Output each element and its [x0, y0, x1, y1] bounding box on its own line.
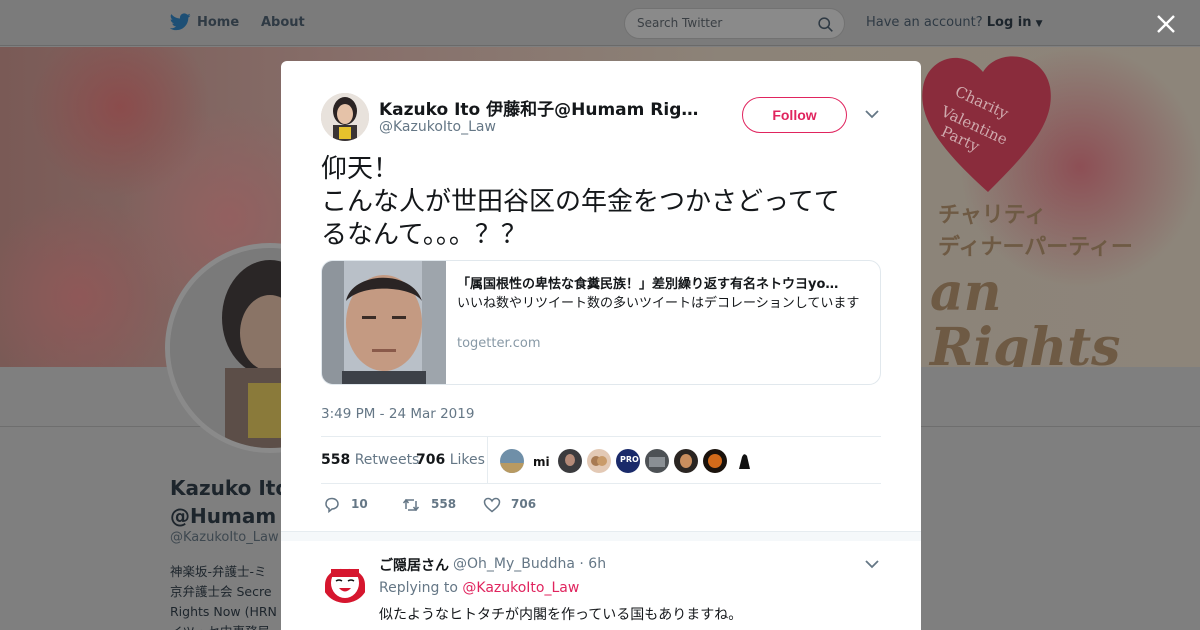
banner-big-text-2: Rights	[930, 317, 1121, 367]
tweet-text-line: こんな人が世田谷区の年金をつかさどってて	[321, 187, 840, 217]
profile-handle[interactable]: @KazukoIto_Law	[170, 530, 279, 545]
nav-about-link[interactable]: About	[261, 15, 305, 30]
tweet-text-line: 仰天！	[321, 154, 400, 184]
reply-author-handle[interactable]: @Oh_My_Buddha · 6h	[453, 556, 606, 572]
search-input[interactable]: Search Twitter	[624, 8, 845, 39]
author-name[interactable]: Kazuko Ito 伊藤和子@Humam Righ…	[379, 95, 699, 120]
retweets-label: Retweets	[354, 452, 420, 468]
search-placeholder: Search Twitter	[637, 16, 723, 30]
replying-to-mention[interactable]: @KazukoIto_Law	[462, 580, 579, 596]
follow-button[interactable]: Follow	[742, 97, 847, 133]
link-card[interactable]: 「属国根性の卑怯な食糞民族！」差別繰り返す有名ネトウヨyo… いいね数やリツイー…	[321, 260, 881, 385]
banner-jp-line2: ディナーパーティー	[938, 234, 1133, 260]
liker-avatar[interactable]: PRO	[616, 449, 640, 473]
card-thumbnail	[322, 261, 446, 384]
replies-separator	[281, 531, 921, 541]
chevron-down-icon[interactable]	[865, 109, 879, 119]
bio-line: Rights Now (HRN	[170, 604, 277, 619]
reply-author-avatar[interactable]	[321, 555, 369, 603]
profile-name-line2: @Humam R	[170, 504, 299, 528]
retweets-count: 558	[321, 452, 351, 468]
profile-bio: 神楽坂-弁護士-ミ 京弁護士会 Secre Rights Now (HRN イツ…	[170, 562, 277, 630]
like-count: 706	[511, 497, 537, 511]
liker-avatar[interactable]	[732, 449, 756, 473]
author-avatar-image	[321, 93, 369, 141]
banner-jp-line1: チャリティ	[938, 202, 1047, 228]
tweet-timestamp[interactable]: 3:49 PM - 24 Mar 2019	[321, 406, 474, 422]
liker-avatar[interactable]	[674, 449, 698, 473]
card-thumbnail-image	[322, 261, 446, 384]
liker-avatar[interactable]	[558, 449, 582, 473]
reply-avatar-image	[321, 555, 369, 603]
bio-line: イツ・セ中事務局	[170, 622, 277, 630]
chevron-down-icon[interactable]: ▼	[1036, 19, 1043, 29]
retweet-icon[interactable]	[402, 497, 420, 513]
login-prompt: Have an account? Log in ▼	[866, 15, 1043, 30]
close-icon[interactable]	[1156, 14, 1176, 34]
likes-label: Likes	[449, 452, 485, 468]
liker-avatar[interactable]	[587, 449, 611, 473]
tweet-text-line: るなんて。。。？？	[321, 220, 527, 250]
heart-icon[interactable]	[483, 497, 501, 513]
profile-name: Kazuko Ito @Humam R	[170, 474, 299, 530]
reply-icon[interactable]	[323, 497, 341, 513]
likes-stat[interactable]: 706 Likes	[416, 452, 485, 468]
search-icon[interactable]	[817, 16, 834, 33]
chevron-down-icon[interactable]	[865, 559, 879, 569]
tweet-stats: 558 Retweets 706 Likes mi PRO	[321, 436, 881, 484]
top-navigation-bar: Home About Search Twitter Have an accoun…	[0, 0, 1200, 46]
liker-avatar[interactable]	[645, 449, 669, 473]
profile-name-line1: Kazuko Ito	[170, 476, 290, 500]
nav-home-link[interactable]: Home	[197, 15, 239, 30]
tweet-modal: Kazuko Ito 伊藤和子@Humam Righ… @KazukoIto_L…	[281, 61, 921, 630]
heart-graphic: Charity Valentine Party	[922, 56, 1051, 192]
retweets-stat[interactable]: 558 Retweets	[321, 452, 419, 468]
author-handle[interactable]: @KazukoIto_Law	[379, 119, 496, 135]
tweet-text: 仰天！ こんな人が世田谷区の年金をつかさどってて るなんて。。。？？	[321, 153, 886, 252]
retweet-count: 558	[431, 497, 457, 511]
login-link[interactable]: Log in	[987, 15, 1032, 30]
reply-count: 10	[351, 497, 368, 511]
svg-text:mi: mi	[533, 455, 550, 469]
card-domain: togetter.com	[457, 336, 541, 351]
svg-text:PRO: PRO	[620, 455, 639, 464]
reply-text: 似たようなヒトタチが内閣を作っている国もありますね。	[379, 607, 743, 623]
bio-line: 京弁護士会 Secre	[170, 584, 272, 599]
liker-avatar[interactable]	[500, 449, 524, 473]
liker-avatar[interactable]: mi	[529, 449, 553, 473]
twitter-bird-icon[interactable]	[170, 13, 191, 31]
bio-line: 神楽坂-弁護士-ミ	[170, 564, 267, 579]
stats-divider	[487, 437, 488, 483]
author-avatar[interactable]	[321, 93, 369, 141]
liker-avatar[interactable]	[703, 449, 727, 473]
reply-author-name[interactable]: ご隠居さん	[379, 555, 449, 575]
card-title: 「属国根性の卑怯な食糞民族！」差別繰り返す有名ネトウヨyo…	[457, 277, 839, 292]
replying-to-prefix: Replying to	[379, 580, 458, 596]
card-description: いいね数やリツイート数の多いツイートはデコレーションしています	[457, 296, 860, 311]
replying-to: Replying to @KazukoIto_Law	[379, 580, 579, 596]
banner-big-text-1: an	[930, 262, 1002, 323]
likes-count: 706	[416, 452, 446, 468]
account-prompt-text: Have an account?	[866, 15, 983, 30]
